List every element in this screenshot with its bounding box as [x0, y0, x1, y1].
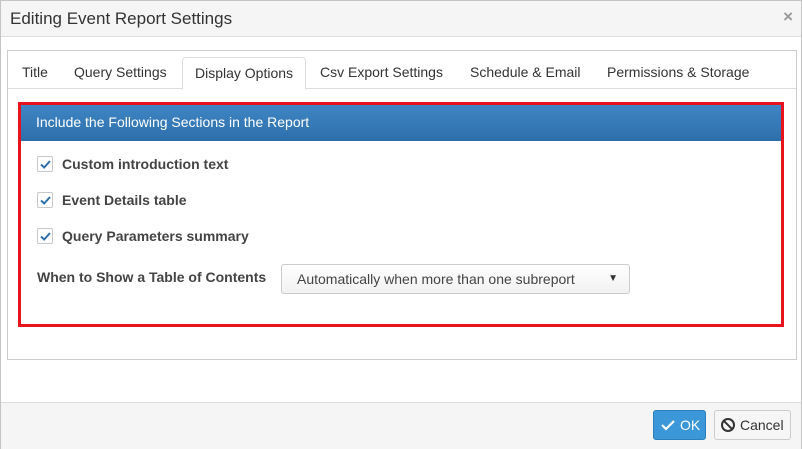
- settings-dialog: Editing Event Report Settings × Title Qu…: [0, 0, 802, 449]
- tab-query-settings[interactable]: Query Settings: [62, 57, 179, 89]
- toc-select[interactable]: Automatically when more than one subrepo…: [281, 264, 630, 294]
- checkbox-custom-intro[interactable]: [37, 156, 53, 172]
- toc-select-value: Automatically when more than one subrepo…: [297, 271, 575, 287]
- checkmark-icon: [661, 420, 675, 431]
- checkbox-row-custom-intro[interactable]: Custom introduction text: [37, 154, 228, 174]
- caret-down-icon: ▼: [608, 273, 618, 284]
- tab-title[interactable]: Title: [10, 57, 60, 89]
- tab-strip: Title Query Settings Display Options Csv…: [8, 57, 796, 90]
- checkbox-label: Query Parameters summary: [62, 228, 249, 244]
- ok-label: OK: [680, 417, 701, 433]
- tab-schedule-email[interactable]: Schedule & Email: [458, 57, 593, 89]
- cancel-button[interactable]: Cancel: [714, 410, 791, 440]
- tab-display-options[interactable]: Display Options: [182, 57, 307, 90]
- checkbox-label: Event Details table: [62, 192, 187, 208]
- checkmark-icon: [40, 196, 51, 205]
- section-header: Include the Following Sections in the Re…: [21, 105, 781, 141]
- checkmark-icon: [40, 232, 51, 241]
- toc-label: When to Show a Table of Contents: [37, 269, 267, 285]
- ok-button[interactable]: OK: [653, 410, 706, 440]
- tab-permissions-storage[interactable]: Permissions & Storage: [595, 57, 761, 89]
- tab-csv-export-settings[interactable]: Csv Export Settings: [308, 57, 455, 89]
- checkmark-icon: [40, 160, 51, 169]
- checkbox-event-details[interactable]: [37, 192, 53, 208]
- checkbox-label: Custom introduction text: [62, 156, 229, 172]
- checkbox-row-query-params[interactable]: Query Parameters summary: [37, 226, 249, 246]
- cancel-label: Cancel: [740, 417, 784, 433]
- dialog-title: Editing Event Report Settings: [10, 9, 233, 28]
- ban-icon: [721, 418, 735, 432]
- close-icon[interactable]: ×: [783, 7, 793, 27]
- dialog-titlebar: Editing Event Report Settings ×: [1, 1, 801, 37]
- checkbox-query-params[interactable]: [37, 228, 53, 244]
- checkbox-row-event-details[interactable]: Event Details table: [37, 190, 187, 210]
